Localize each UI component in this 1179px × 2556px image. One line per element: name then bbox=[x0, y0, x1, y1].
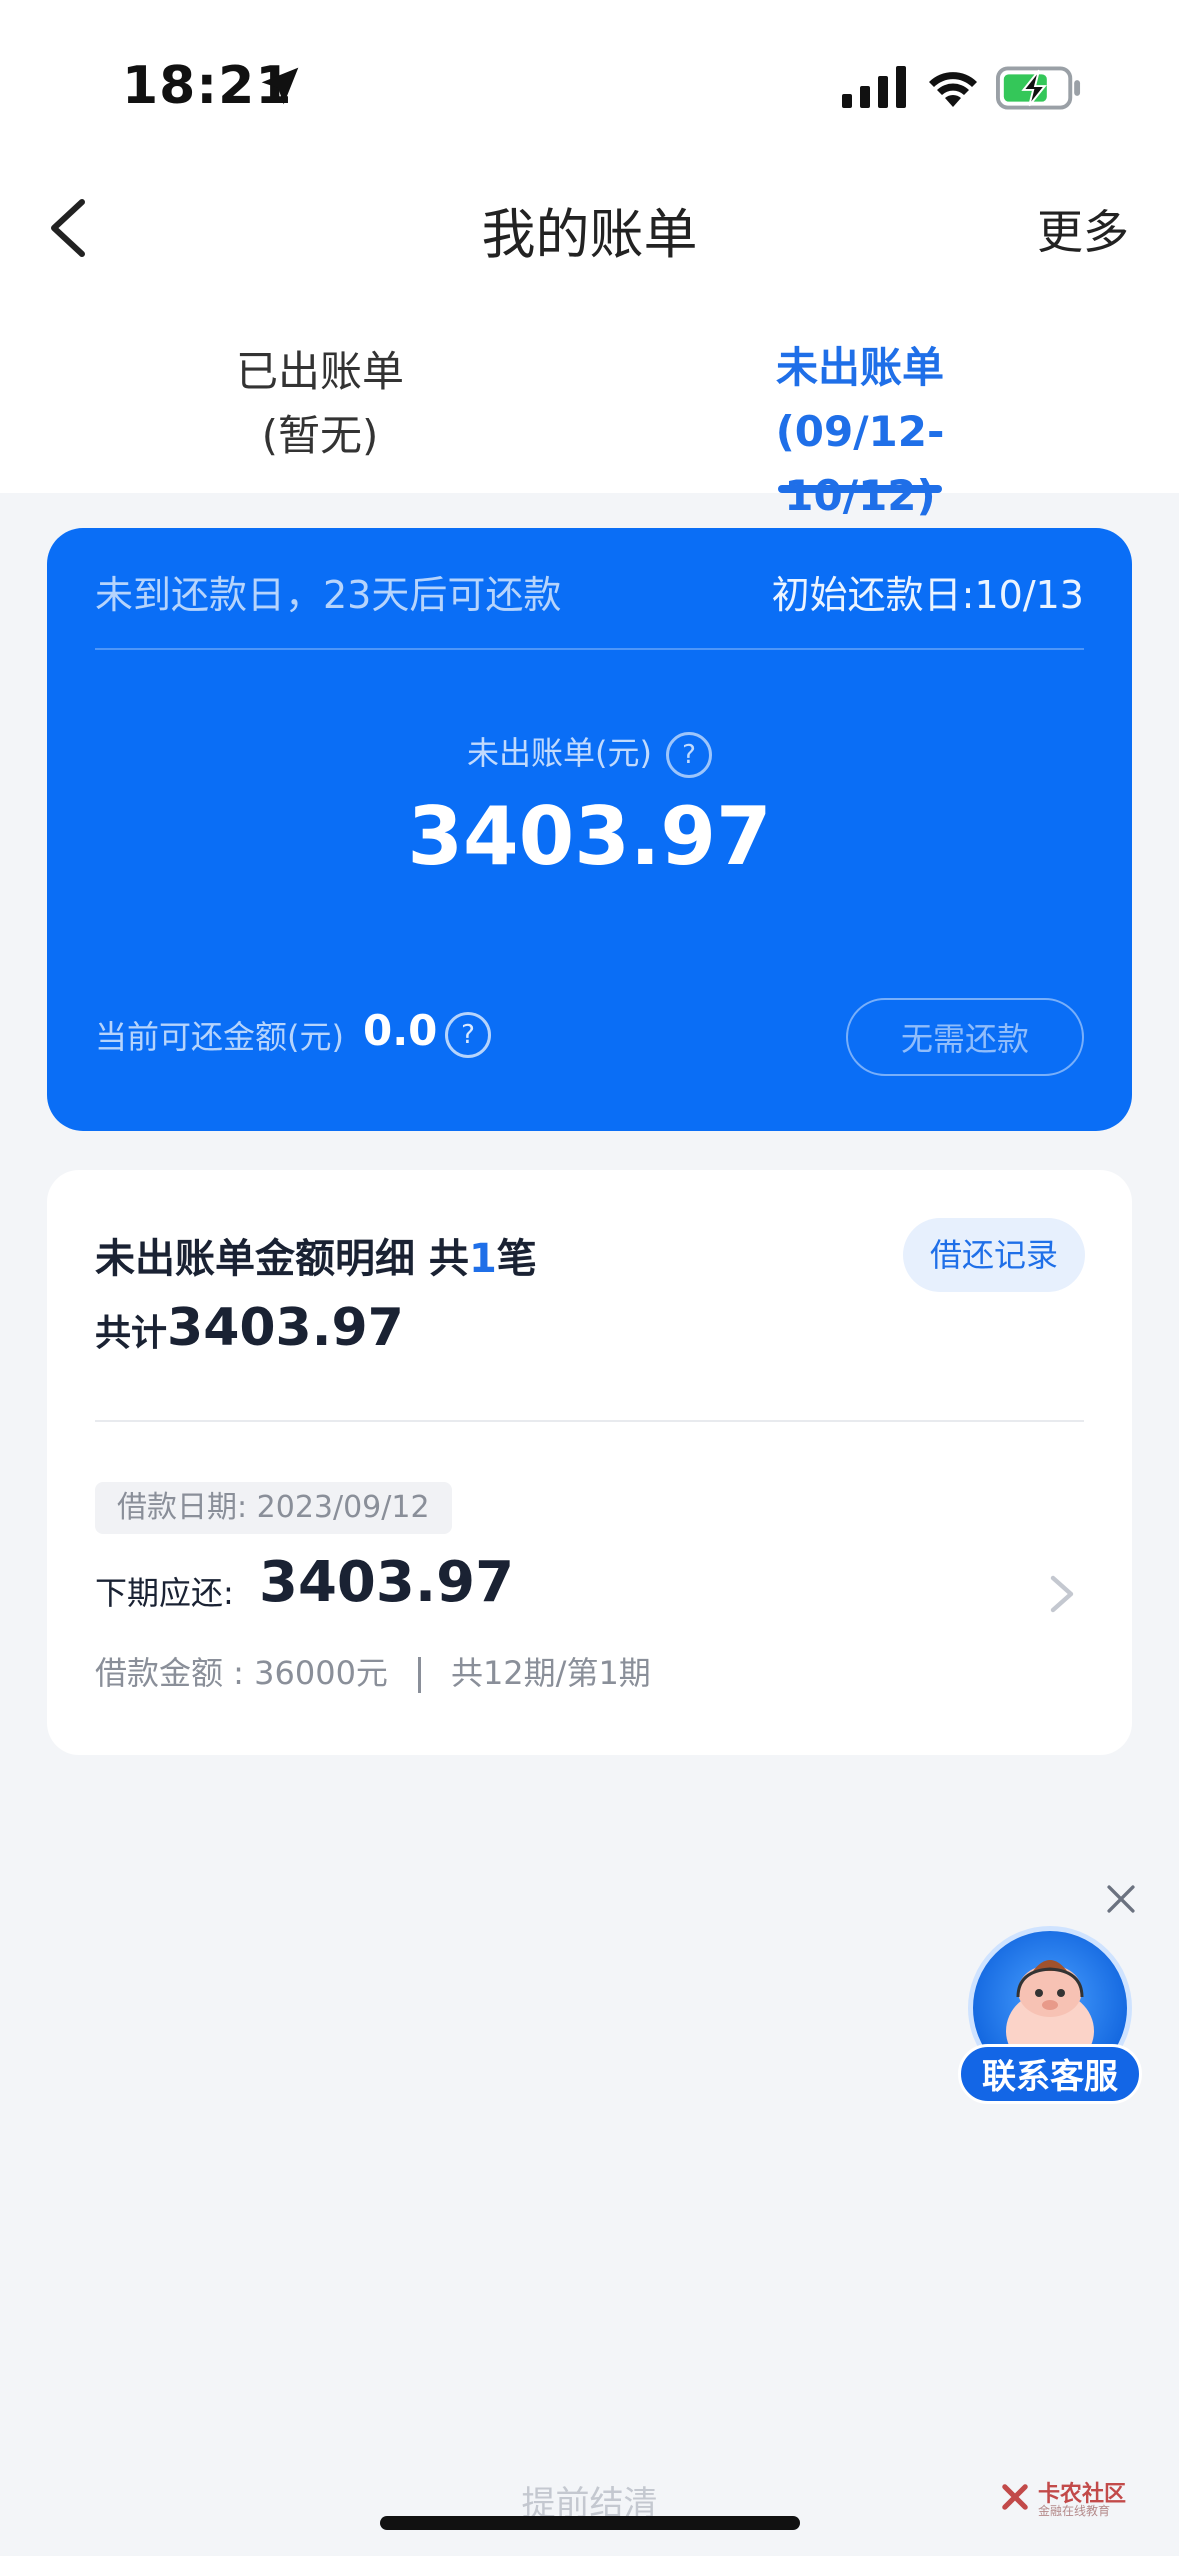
location-arrow-icon bbox=[261, 67, 299, 105]
loan-meta: 借款金额 : 36000元 共12期/第1期 bbox=[95, 1648, 651, 1694]
total-label: 共计 bbox=[95, 1313, 168, 1354]
bill-detail-card: 未出账单金额明细 共1笔 共计3403.97 借还记录 借款日期: 2023/0… bbox=[47, 1170, 1132, 1755]
next-due-label: 下期应还: bbox=[95, 1574, 234, 1612]
more-button[interactable]: 更多 bbox=[1037, 196, 1129, 262]
separator bbox=[417, 1657, 421, 1693]
detail-total: 共计3403.97 bbox=[95, 1298, 404, 1358]
tab-billed-sub: (暂无) bbox=[261, 411, 379, 460]
contact-service-label: 联系客服 bbox=[958, 2044, 1142, 2104]
tab-billed-label: 已出账单 bbox=[235, 347, 404, 396]
detail-title-prefix: 未出账单金额明细 共 bbox=[95, 1236, 469, 1282]
current-help-icon[interactable]: ? bbox=[445, 1012, 491, 1058]
tab-unbilled-sub: (09/12-10/12) bbox=[775, 407, 945, 520]
loan-date: 借款日期: 2023/09/12 bbox=[95, 1482, 452, 1534]
help-icon[interactable]: ? bbox=[665, 732, 712, 778]
unbilled-amount: 3403.97 bbox=[407, 790, 772, 883]
active-tab-indicator bbox=[778, 485, 942, 493]
detail-title-suffix: 笔 bbox=[496, 1236, 537, 1282]
unbilled-summary-card: 未到还款日，23天后可还款 初始还款日:10/13 未出账单(元)? 3403.… bbox=[47, 528, 1132, 1131]
tab-unbilled[interactable]: 未出账单 (09/12-10/12) bbox=[700, 336, 1020, 528]
home-indicator bbox=[380, 2516, 800, 2530]
current-repayable-label: 当前可还金额(元) bbox=[95, 1018, 344, 1056]
loan-amount: 借款金额 : 36000元 bbox=[95, 1654, 388, 1692]
total-value: 3403.97 bbox=[167, 1298, 404, 1358]
divider bbox=[95, 1420, 1084, 1422]
customer-service-widget[interactable]: 联系客服 bbox=[958, 1910, 1142, 2106]
watermark-logo-icon bbox=[1002, 2484, 1028, 2510]
unbilled-amount-label: 未出账单(元) bbox=[467, 734, 652, 772]
next-due-value: 3403.97 bbox=[259, 1550, 515, 1615]
current-repayable-value: 0.0 bbox=[363, 1006, 438, 1055]
tab-unbilled-label: 未出账单 bbox=[775, 343, 944, 392]
divider bbox=[95, 648, 1084, 650]
watermark-sub: 金融在线教育 bbox=[1038, 2504, 1111, 2518]
unbilled-amount-label-row: 未出账单(元)? bbox=[47, 728, 1132, 778]
page-title: 我的账单 bbox=[481, 203, 698, 266]
loan-record-button[interactable]: 借还记录 bbox=[903, 1218, 1085, 1292]
initial-repay-date: 初始还款日:10/13 bbox=[771, 573, 1084, 617]
detail-count: 1 bbox=[468, 1236, 497, 1282]
chevron-right-icon[interactable] bbox=[1049, 1574, 1075, 1614]
repay-tip: 未到还款日，23天后可还款 bbox=[95, 573, 562, 617]
cellular-signal-icon bbox=[842, 66, 906, 108]
detail-title: 未出账单金额明细 共1笔 bbox=[95, 1226, 537, 1284]
watermark: 卡农社区 金融在线教育 bbox=[998, 2474, 1138, 2522]
battery-charging-icon bbox=[996, 66, 1081, 110]
wifi-icon bbox=[929, 72, 977, 107]
tab-billed[interactable]: 已出账单 (暂无) bbox=[180, 340, 460, 468]
loan-period: 共12期/第1期 bbox=[450, 1654, 651, 1692]
no-repay-needed-button[interactable]: 无需还款 bbox=[846, 998, 1084, 1076]
